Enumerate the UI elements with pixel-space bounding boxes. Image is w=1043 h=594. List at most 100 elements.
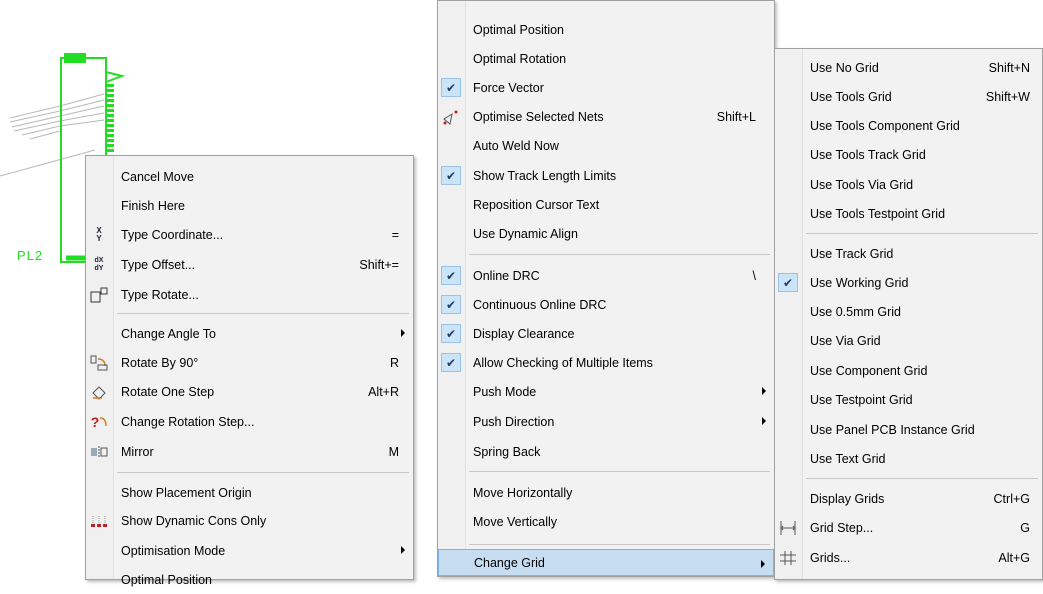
menu-item-label: Move Vertically — [473, 514, 558, 529]
menu-item-shortcut: R — [389, 355, 399, 370]
menu-item-shortcut: Shift+W — [985, 89, 1030, 104]
menu-item-mirror[interactable]: Mirror M — [86, 437, 413, 466]
xy-coordinate-icon: XY — [96, 225, 102, 243]
menu-item-push-direction[interactable]: Push Direction — [438, 407, 774, 436]
menu-item-shortcut: G — [1020, 520, 1030, 535]
checkmark-icon: ✔ — [778, 273, 798, 292]
menu-item-show-track-length-limits[interactable]: ✔ Show Track Length Limits — [438, 161, 774, 190]
menu-item-shortcut: Shift+= — [359, 257, 399, 272]
checkmark-icon: ✔ — [441, 295, 461, 314]
rotate-90-icon — [89, 353, 109, 372]
menu-item-reposition-cursor-text[interactable]: Reposition Cursor Text — [438, 190, 774, 219]
menu-item-force-vector[interactable]: ✔ Force Vector — [438, 73, 774, 102]
menu-item-label: Spring Back — [473, 444, 541, 459]
menu-item-optimisation-mode[interactable]: Optimisation Mode — [86, 536, 413, 565]
menu-item-optimise-selected-nets[interactable]: Optimise Selected Nets Shift+L — [438, 102, 774, 131]
submenu-arrow-icon — [401, 329, 405, 337]
menu-item-label: Show Track Length Limits — [473, 168, 617, 183]
component-pads — [107, 84, 114, 152]
menu-item-cancel-move[interactable]: Cancel Move — [86, 162, 413, 191]
submenu-arrow-icon — [762, 417, 766, 425]
menu-separator — [117, 472, 409, 473]
menu-item-push-mode[interactable]: Push Mode — [438, 377, 774, 406]
menu-item-use-0-5mm-grid[interactable]: Use 0.5mm Grid — [775, 297, 1042, 326]
menu-item-type-coordinate[interactable]: X Y Type Coordinate... = — [86, 220, 413, 249]
menu-item-grid-step[interactable]: Grid Step... G — [775, 513, 1042, 542]
menu-item-use-tools-component-grid[interactable]: Use Tools Component Grid — [775, 111, 1042, 140]
menu-item-use-tools-testpoint-grid[interactable]: Use Tools Testpoint Grid — [775, 199, 1042, 228]
menu-item-optimal-rotation[interactable]: Optimal Rotation — [438, 44, 774, 73]
menu-item-use-no-grid[interactable]: Use No Grid Shift+N — [775, 53, 1042, 82]
menu-item-label: Use Tools Via Grid — [810, 177, 914, 192]
menu-item-optimal-position[interactable]: Optimal Position — [438, 15, 774, 44]
checkmark-icon: ✔ — [441, 166, 461, 185]
submenu-arrow-icon — [762, 387, 766, 395]
menu-item-rotate-by-90[interactable]: Rotate By 90° R — [86, 348, 413, 377]
menu-item-label: Use Working Grid — [810, 275, 909, 290]
checkmark-icon: ✔ — [441, 324, 461, 343]
menu-item-use-panel-pcb-instance-grid[interactable]: Use Panel PCB Instance Grid — [775, 415, 1042, 444]
menu-item-use-track-grid[interactable]: Use Track Grid — [775, 239, 1042, 268]
menu-item-type-offset[interactable]: dX dY Type Offset... Shift+= — [86, 250, 413, 279]
menu-item-online-drc[interactable]: ✔ Online DRC \ — [438, 261, 774, 290]
menu-item-label: Show Placement Origin — [121, 485, 252, 500]
rotate-boxes-icon — [89, 285, 109, 304]
menu-item-label: Push Direction — [473, 414, 555, 429]
menu-item-use-text-grid[interactable]: Use Text Grid — [775, 444, 1042, 473]
menu-item-move-vertically[interactable]: Move Vertically — [438, 507, 774, 536]
menu-item-use-tools-grid[interactable]: Use Tools Grid Shift+W — [775, 82, 1042, 111]
menu-item-shortcut: Alt+G — [998, 550, 1030, 565]
menu-item-label: Online DRC — [473, 268, 540, 283]
change-grid-submenu: Use No Grid Shift+N Use Tools Grid Shift+W U… — [774, 48, 1043, 580]
menu-item-display-grids[interactable]: Display Grids Ctrl+G — [775, 484, 1042, 513]
menu-item-rotate-one-step[interactable]: Rotate One Step Alt+R — [86, 377, 413, 406]
grid-step-icon — [778, 518, 798, 537]
menu-item-change-angle-to[interactable]: Change Angle To — [86, 319, 413, 348]
menu-item-label: Use Dynamic Align — [473, 226, 578, 241]
menu-item-use-via-grid[interactable]: Use Via Grid — [775, 326, 1042, 355]
menu-item-auto-weld-now[interactable]: Auto Weld Now — [438, 131, 774, 160]
menu-item-finish-here[interactable]: Finish Here — [86, 191, 413, 220]
menu-item-use-working-grid[interactable]: ✔ Use Working Grid — [775, 268, 1042, 297]
menu-item-change-grid[interactable]: Change Grid — [438, 549, 774, 576]
menu-item-grids[interactable]: Grids... Alt+G — [775, 543, 1042, 572]
menu-item-label: Continuous Online DRC — [473, 297, 607, 312]
menu-item-spring-back[interactable]: Spring Back — [438, 437, 774, 466]
menu-item-allow-checking-of-multiple-items[interactable]: ✔ Allow Checking of Multiple Items — [438, 348, 774, 377]
dynamic-cons-icon — [89, 511, 109, 530]
menu-item-use-component-grid[interactable]: Use Component Grid — [775, 356, 1042, 385]
menu-item-label: Use 0.5mm Grid — [810, 304, 901, 319]
menu-item-label: Grids... — [810, 550, 851, 565]
menu-item-use-tools-track-grid[interactable]: Use Tools Track Grid — [775, 140, 1042, 169]
menu-item-label: Auto Weld Now — [473, 138, 559, 153]
menu-item-show-dynamic-cons-only[interactable]: Show Dynamic Cons Only — [86, 506, 413, 535]
menu-item-use-dynamic-align[interactable]: Use Dynamic Align — [438, 219, 774, 248]
menu-item-shortcut: \ — [752, 268, 756, 283]
menu-item-shortcut: Alt+R — [368, 384, 399, 399]
menu-item-label: Use Track Grid — [810, 246, 894, 261]
component-designator: PL2 — [17, 248, 44, 263]
menu-item-shortcut: Ctrl+G — [993, 491, 1030, 506]
menu-item-label: Optimisation Mode — [121, 543, 226, 558]
menu-item-label: Grid Step... — [810, 520, 874, 535]
menu-item-label: Reposition Cursor Text — [473, 197, 600, 212]
menu-item-label: Type Rotate... — [121, 287, 199, 302]
menu-item-label: Mirror — [121, 444, 154, 459]
menu-item-shortcut: Shift+N — [988, 60, 1030, 75]
menu-item-display-clearance[interactable]: ✔ Display Clearance — [438, 319, 774, 348]
menu-item-move-horizontally[interactable]: Move Horizontally — [438, 478, 774, 507]
menu-item-type-rotate[interactable]: Type Rotate... — [86, 280, 413, 309]
mirror-icon — [89, 442, 109, 461]
menu-item-label: Show Dynamic Cons Only — [121, 513, 267, 528]
menu-item-label: Optimal Position — [473, 22, 565, 37]
menu-item-use-tools-via-grid[interactable]: Use Tools Via Grid — [775, 170, 1042, 199]
menu-item-label: Use Tools Testpoint Grid — [810, 206, 946, 221]
menu-item-continuous-online-drc[interactable]: ✔ Continuous Online DRC — [438, 290, 774, 319]
menu-item-label: Use Text Grid — [810, 451, 886, 466]
optimise-nets-icon — [441, 107, 461, 126]
checkmark-icon: ✔ — [441, 353, 461, 372]
menu-item-use-testpoint-grid[interactable]: Use Testpoint Grid — [775, 385, 1042, 414]
menu-item-change-rotation-step[interactable]: ? Change Rotation Step... — [86, 407, 413, 436]
menu-item-shortcut: M — [388, 444, 399, 459]
menu-item-show-placement-origin[interactable]: Show Placement Origin — [86, 478, 413, 507]
